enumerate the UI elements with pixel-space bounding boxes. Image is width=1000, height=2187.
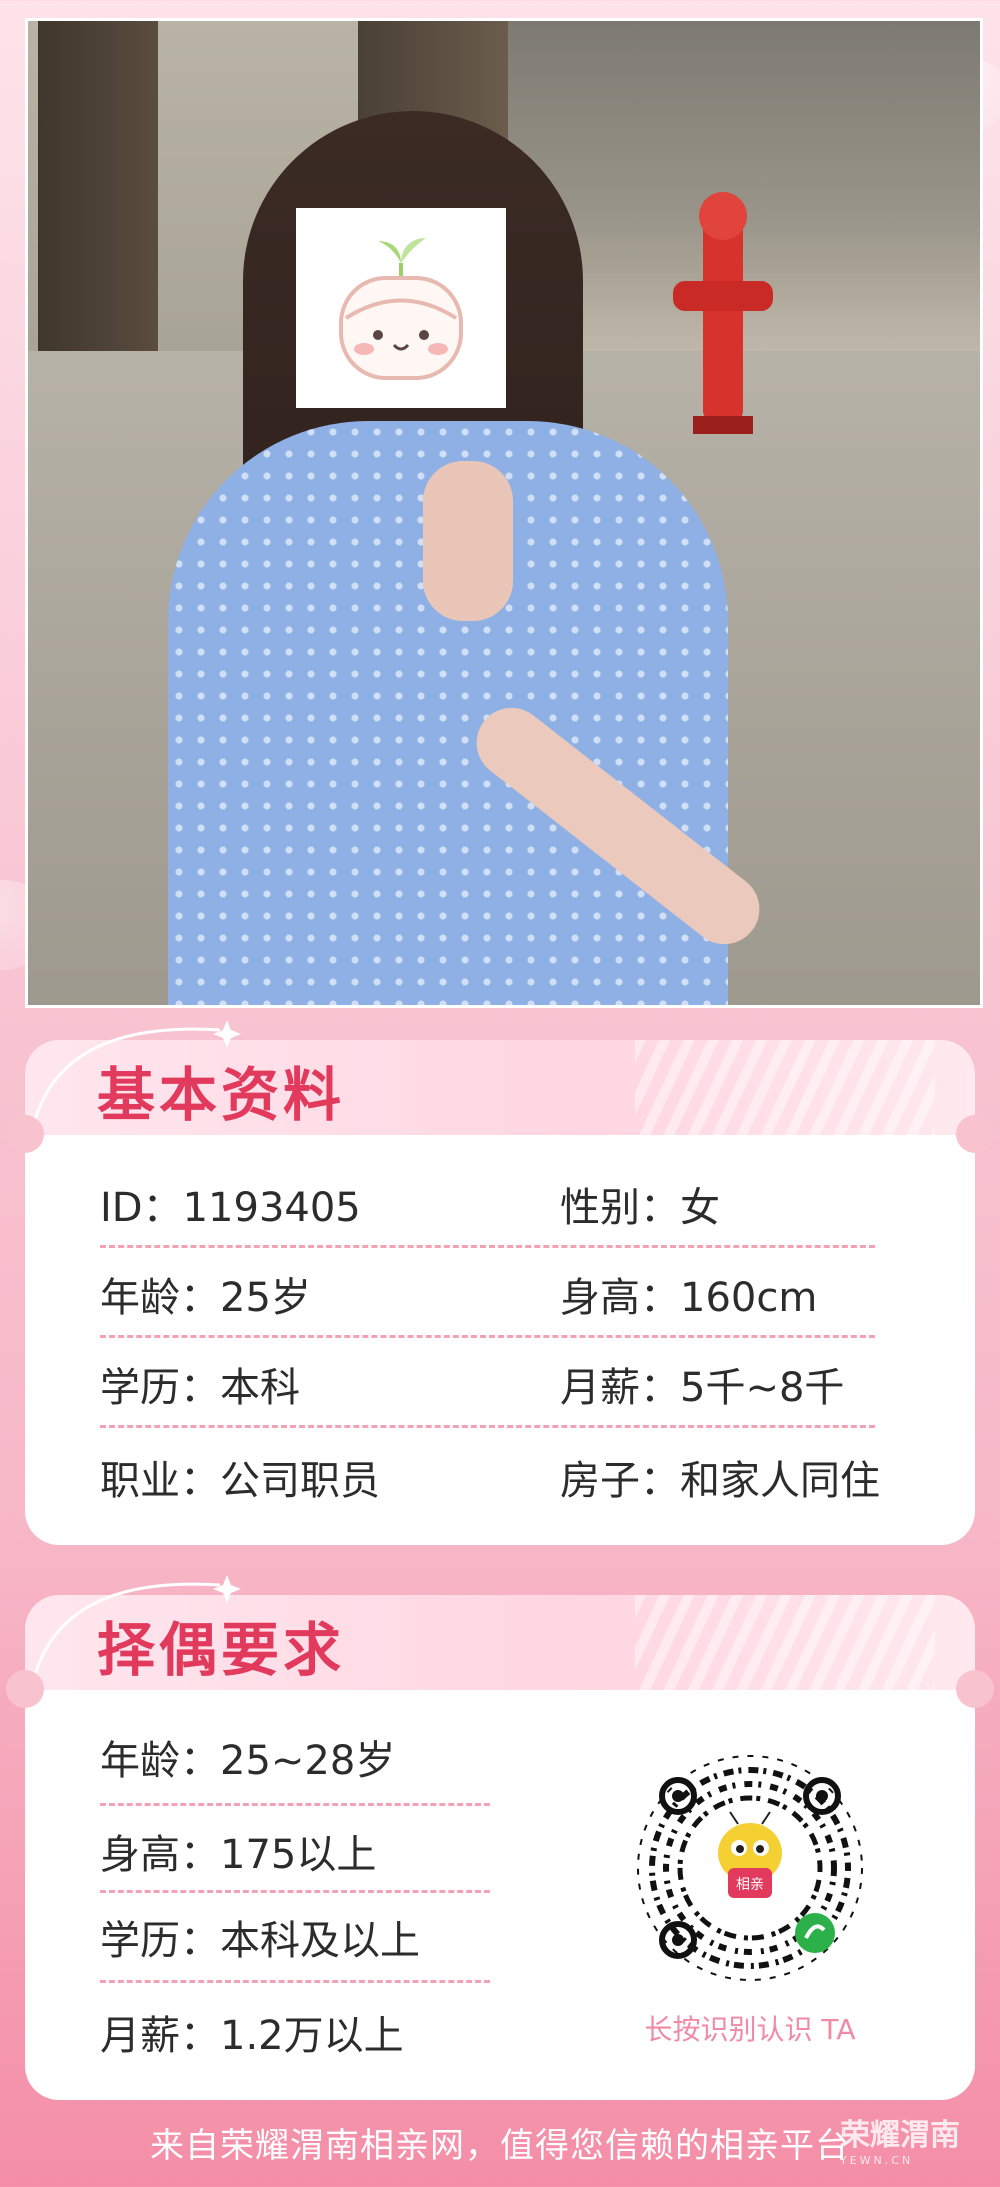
- photo-tree: [38, 21, 158, 351]
- req-salary: 月薪：1.2万以上: [100, 2013, 404, 2059]
- field-occupation: 职业：公司职员: [100, 1458, 380, 1504]
- field-height: 身高：160cm: [560, 1275, 818, 1321]
- header-stripes: [635, 1040, 935, 1135]
- req-age: 年龄：25~28岁: [100, 1738, 396, 1784]
- fire-hydrant-icon: [673, 192, 773, 434]
- row-divider: [100, 1890, 490, 1893]
- card-notch: [6, 1115, 44, 1153]
- face-cover-sticker: [296, 208, 506, 408]
- field-housing: 房子：和家人同住: [560, 1458, 880, 1504]
- card-notch: [6, 1670, 44, 1708]
- qr-caption: 长按识别认识 TA: [644, 2013, 856, 2046]
- photo-neck: [423, 461, 513, 621]
- row-divider: [100, 1425, 875, 1428]
- card-notch: [956, 1115, 994, 1153]
- card-notch: [956, 1670, 994, 1708]
- field-salary: 月薪：5千~8千: [560, 1365, 845, 1411]
- field-id: ID：1193405: [100, 1185, 361, 1231]
- profile-photo: [25, 18, 983, 1008]
- req-education: 学历：本科及以上: [100, 1918, 420, 1964]
- qr-badge-text: 相亲: [736, 1876, 764, 1892]
- sprout-face-icon: [339, 238, 463, 380]
- req-height: 身高：175以上: [100, 1832, 377, 1878]
- row-divider: [100, 1335, 875, 1338]
- row-divider: [100, 1803, 490, 1806]
- header-stripes: [635, 1595, 935, 1690]
- row-divider: [100, 1980, 490, 1983]
- field-age: 年龄：25岁: [100, 1275, 311, 1321]
- watermark-logo: 荣耀渭南 YEWN.CN: [840, 2118, 960, 2167]
- field-gender: 性别：女: [560, 1185, 720, 1231]
- row-divider: [100, 1245, 875, 1248]
- qr-code[interactable]: 相亲: [630, 1748, 870, 1988]
- field-education: 学历：本科: [100, 1365, 300, 1411]
